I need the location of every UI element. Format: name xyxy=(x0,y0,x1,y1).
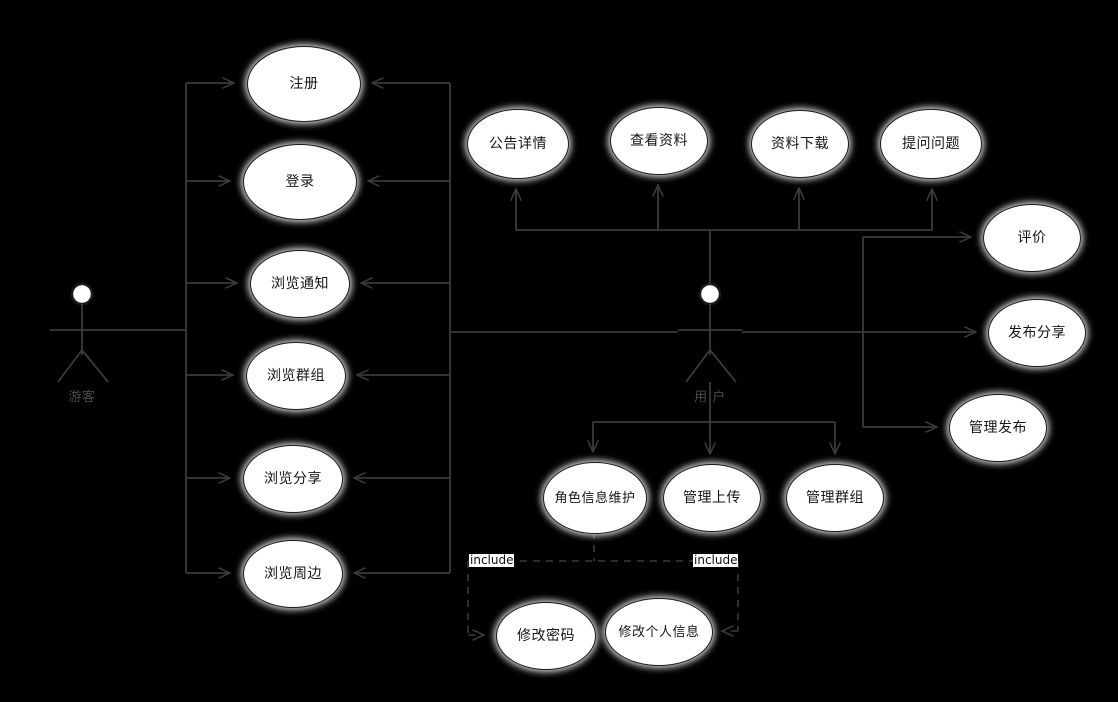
use-case-login[interactable]: 登录 xyxy=(243,144,357,220)
connector-layer xyxy=(50,0,1118,702)
use-case-change-password[interactable]: 修改密码 xyxy=(496,602,596,670)
use-case-download-material[interactable]: 资料下载 xyxy=(751,110,849,178)
use-case-browse-share[interactable]: 浏览分享 xyxy=(243,445,343,513)
include-label-left: include xyxy=(469,553,515,567)
guest-association-bundle xyxy=(114,83,237,573)
use-case-diagram-canvas: 游客 用 户 注册 登录 浏览通知 浏览群组 浏览分享 浏览周边 公告详情 查看… xyxy=(0,0,1118,702)
use-case-ask-question[interactable]: 提问问题 xyxy=(880,109,982,179)
use-case-manage-group[interactable]: 管理群组 xyxy=(786,464,884,532)
use-case-browse-notice[interactable]: 浏览通知 xyxy=(250,250,350,318)
use-case-publish-share[interactable]: 发布分享 xyxy=(988,299,1086,367)
include-label-right: include xyxy=(693,553,739,567)
use-case-rate[interactable]: 评价 xyxy=(983,204,1081,272)
user-top-association-bundle xyxy=(516,185,933,284)
use-case-manage-publish[interactable]: 管理发布 xyxy=(949,394,1047,462)
actor-label-guest: 游客 xyxy=(68,390,96,405)
use-case-register[interactable]: 注册 xyxy=(247,46,361,122)
use-case-manage-upload[interactable]: 管理上传 xyxy=(663,464,761,532)
actor-label-user: 用 户 xyxy=(694,390,726,405)
actor-user-glyph xyxy=(678,282,742,383)
use-case-browse-group[interactable]: 浏览群组 xyxy=(246,342,346,410)
use-case-view-material[interactable]: 查看资料 xyxy=(610,107,708,175)
use-case-role-info-maintenance[interactable]: 角色信息维护 xyxy=(543,462,647,534)
actor-guest-glyph xyxy=(50,282,114,383)
use-case-edit-profile[interactable]: 修改个人信息 xyxy=(605,598,713,666)
use-case-browse-around[interactable]: 浏览周边 xyxy=(243,540,343,608)
use-case-notice-detail[interactable]: 公告详情 xyxy=(467,109,569,179)
user-right-association-bundle xyxy=(742,237,976,427)
